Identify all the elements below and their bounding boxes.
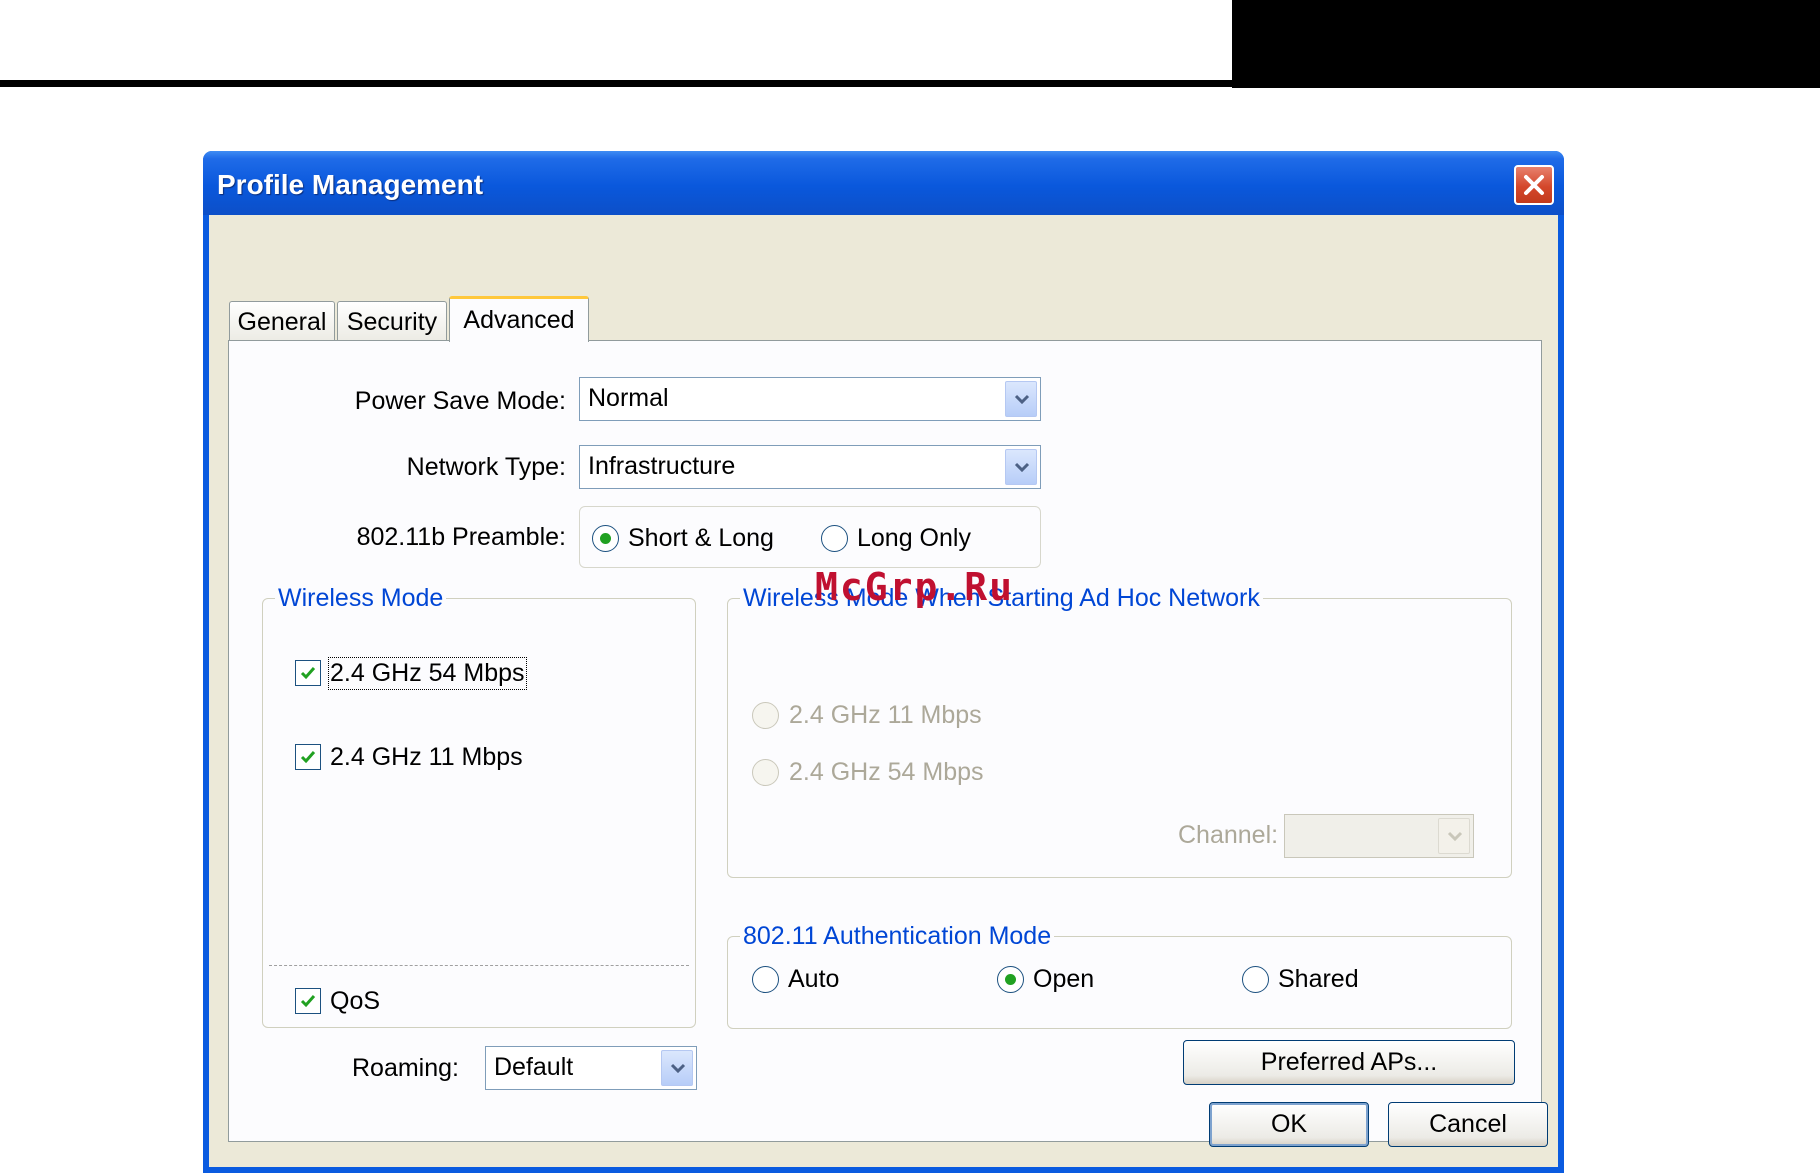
qos-label: QoS: [330, 987, 381, 1015]
auth-auto-label: Auto: [788, 965, 840, 993]
preamble-short-long-radio[interactable]: [592, 525, 619, 552]
channel-select[interactable]: [1284, 814, 1474, 858]
channel-label: Channel:: [1178, 821, 1279, 849]
checkmark-icon: [300, 667, 316, 680]
tab-advanced-label: Advanced: [463, 306, 575, 334]
window-title: Profile Management: [217, 169, 484, 200]
qos-checkbox[interactable]: [295, 988, 321, 1014]
preferred-aps-button[interactable]: Preferred APs...: [1183, 1040, 1515, 1085]
tab-security[interactable]: Security: [337, 301, 447, 341]
power-save-select[interactable]: Normal: [579, 377, 1041, 421]
adhoc-mode-group: Wireless Mode When Starting Ad Hoc Netwo…: [727, 584, 1512, 878]
dialog-body: General Security Advanced Power Save Mod…: [209, 215, 1558, 1167]
auth-mode-title: 802.11 Authentication Mode: [740, 922, 1055, 951]
ok-label: OK: [1270, 1110, 1308, 1138]
advanced-tab-panel: Power Save Mode: Normal Network Type: In…: [228, 340, 1542, 1142]
roaming-label: Roaming:: [352, 1054, 459, 1082]
auth-auto-radio[interactable]: [752, 966, 779, 993]
tab-general[interactable]: General: [229, 301, 335, 341]
wireless-mode-group: Wireless Mode 2.4 GHz 54 Mbps 2.4 GHz 11…: [262, 584, 696, 1028]
close-button[interactable]: [1514, 165, 1554, 205]
power-save-label: Power Save Mode:: [354, 387, 566, 415]
chevron-down-icon: [1014, 462, 1030, 472]
tab-advanced[interactable]: Advanced: [449, 296, 589, 342]
header-rule: [0, 80, 1232, 87]
channel-dropdown-button[interactable]: [1438, 818, 1470, 854]
roaming-select[interactable]: Default: [485, 1046, 697, 1090]
network-type-select[interactable]: Infrastructure: [579, 445, 1041, 489]
cancel-label: Cancel: [1429, 1110, 1507, 1138]
chevron-down-icon: [670, 1063, 686, 1073]
preamble-short-long-label: Short & Long: [628, 524, 774, 552]
preamble-long-only-radio[interactable]: [821, 525, 848, 552]
preamble-label: 802.11b Preamble:: [356, 523, 566, 551]
adhoc-11-label: 2.4 GHz 11 Mbps: [789, 701, 982, 729]
wireless-mode-54-checkbox[interactable]: [295, 660, 321, 686]
power-save-dropdown-button[interactable]: [1005, 381, 1037, 417]
checkmark-icon: [300, 995, 316, 1008]
wireless-mode-title: Wireless Mode: [275, 584, 447, 613]
close-icon: [1524, 175, 1544, 195]
profile-management-dialog: Profile Management General Security Adva…: [203, 151, 1564, 1173]
auth-shared-label: Shared: [1278, 965, 1359, 993]
auth-mode-group: 802.11 Authentication Mode Auto Open Sha…: [727, 922, 1512, 1029]
network-type-value: Infrastructure: [588, 452, 736, 480]
tab-general-label: General: [237, 308, 327, 336]
checkmark-icon: [300, 751, 316, 764]
cancel-button[interactable]: Cancel: [1388, 1102, 1548, 1147]
tab-security-label: Security: [346, 308, 438, 336]
network-type-label: Network Type:: [406, 453, 566, 481]
adhoc-54-radio[interactable]: [752, 759, 779, 786]
wireless-mode-11-label: 2.4 GHz 11 Mbps: [330, 743, 523, 771]
network-type-dropdown-button[interactable]: [1005, 449, 1037, 485]
wireless-mode-11-checkbox[interactable]: [295, 744, 321, 770]
roaming-dropdown-button[interactable]: [661, 1050, 693, 1086]
roaming-value: Default: [494, 1053, 574, 1081]
title-bar[interactable]: Profile Management: [203, 151, 1564, 215]
auth-shared-radio[interactable]: [1242, 966, 1269, 993]
wireless-mode-54-label: 2.4 GHz 54 Mbps: [328, 657, 527, 690]
chevron-down-icon: [1447, 831, 1463, 841]
adhoc-11-radio[interactable]: [752, 702, 779, 729]
watermark: McGrp.Ru: [815, 565, 1015, 609]
preamble-long-only-label: Long Only: [857, 524, 971, 552]
header-black-block: [1232, 0, 1820, 88]
preferred-aps-label: Preferred APs...: [1260, 1048, 1438, 1076]
ok-button[interactable]: OK: [1209, 1102, 1369, 1147]
qos-separator: [269, 965, 689, 966]
auth-open-label: Open: [1033, 965, 1095, 993]
chevron-down-icon: [1014, 394, 1030, 404]
auth-open-radio[interactable]: [997, 966, 1024, 993]
power-save-value: Normal: [588, 384, 669, 412]
adhoc-54-label: 2.4 GHz 54 Mbps: [789, 758, 984, 786]
preamble-group: Short & Long Long Only: [579, 506, 1041, 568]
